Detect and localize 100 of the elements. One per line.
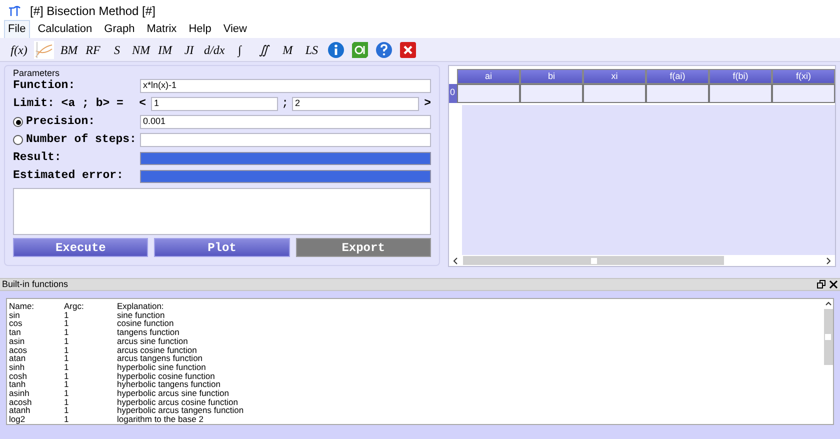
table-cell[interactable] bbox=[709, 84, 772, 103]
list-cell-text: 1 bbox=[64, 372, 70, 380]
radio-label: Precision: bbox=[26, 114, 96, 130]
menu-item[interactable]: File bbox=[4, 20, 30, 39]
list-cell-text: tanh bbox=[9, 380, 26, 390]
toolbar-button[interactable]: M bbox=[276, 40, 299, 60]
lower-limit-field[interactable]: 1 bbox=[150, 97, 278, 111]
field-label: Function: bbox=[13, 78, 76, 94]
table-cell[interactable] bbox=[646, 84, 709, 103]
list-cell-text: arcus sine function bbox=[117, 336, 189, 346]
group-title: Parameters bbox=[13, 67, 61, 79]
menu-item[interactable]: Graph bbox=[100, 21, 139, 38]
list-cell-text: tangens function bbox=[117, 328, 180, 337]
list-cell-text: 1 bbox=[64, 389, 70, 398]
column-header-text: Argc: bbox=[64, 302, 85, 311]
bracket-label: > bbox=[423, 96, 431, 112]
close-icon[interactable] bbox=[829, 280, 838, 289]
toolbar-button[interactable]: d/dx bbox=[202, 40, 227, 60]
list-cell-text: acos bbox=[9, 346, 28, 354]
column-header[interactable]: xi bbox=[583, 69, 646, 84]
menu-item[interactable]: Help bbox=[184, 21, 216, 38]
list-cell-text: asinh bbox=[9, 389, 30, 398]
float-icon[interactable] bbox=[817, 280, 826, 289]
info-icon[interactable] bbox=[326, 40, 345, 58]
menu-item[interactable]: Calculation bbox=[34, 21, 96, 38]
table-cell[interactable] bbox=[520, 84, 583, 103]
list-cell-text: sin bbox=[9, 310, 21, 320]
radio-button[interactable] bbox=[13, 135, 23, 145]
toolbar-button[interactable]: ∫ bbox=[228, 40, 251, 60]
column-header[interactable]: f(bi) bbox=[709, 69, 772, 84]
window-title: [#] Bisection Method [#] bbox=[30, 3, 156, 20]
output-text-area[interactable] bbox=[13, 188, 431, 235]
list-cell-text: 1 bbox=[64, 354, 70, 363]
radio-label: Number of steps: bbox=[26, 132, 136, 148]
list-cell-text: 1 bbox=[64, 406, 70, 416]
list-cell-text: 1 bbox=[64, 398, 70, 406]
toolbar-button[interactable]: S bbox=[106, 40, 128, 60]
list-cell-text: hyperbolic cosine function bbox=[117, 372, 215, 380]
bracket-label: < bbox=[139, 96, 147, 112]
action-button[interactable]: Plot bbox=[154, 238, 290, 257]
toolbar-button[interactable]: JI bbox=[178, 40, 200, 60]
menu-item[interactable]: View bbox=[219, 21, 251, 38]
list-cell-text: tan bbox=[9, 328, 22, 337]
field-label: Limit: <a ; b> = bbox=[13, 96, 124, 112]
action-button[interactable]: Execute bbox=[13, 238, 148, 257]
help-icon[interactable] bbox=[374, 40, 393, 58]
separator-label: ; bbox=[280, 96, 290, 112]
table-cell[interactable] bbox=[583, 84, 646, 103]
toolbar-button[interactable]: BM bbox=[58, 40, 80, 60]
toolbar-button[interactable]: LS bbox=[300, 40, 323, 60]
toolbar-button[interactable]: ∬ bbox=[252, 40, 275, 60]
function-field[interactable]: x*ln(x)-1 bbox=[140, 79, 431, 93]
table-cell[interactable] bbox=[457, 84, 520, 103]
list-cell-text: 1 bbox=[64, 380, 70, 390]
list-cell-text: hyperbolic arcus cosine function bbox=[117, 398, 238, 406]
menu-item[interactable]: Matrix bbox=[142, 21, 181, 38]
column-header[interactable]: bi bbox=[520, 69, 583, 84]
scrollbar-thumb[interactable] bbox=[463, 256, 724, 265]
list-cell-text: cos bbox=[9, 319, 24, 328]
field-label: Estimated error: bbox=[13, 168, 124, 184]
radio-button[interactable] bbox=[13, 117, 23, 127]
list-cell-text: 1 bbox=[64, 336, 70, 346]
toolbar-button[interactable]: NM bbox=[130, 40, 152, 60]
list-cell-text: acosh bbox=[9, 398, 33, 406]
column-header[interactable]: f(xi) bbox=[772, 69, 835, 84]
list-cell-text: hyperbolic arcus tangens function bbox=[117, 406, 245, 416]
toolbar-button[interactable]: f(x) bbox=[8, 40, 30, 60]
dock-title: Built-in functions bbox=[2, 278, 70, 291]
input-field[interactable]: 0.001 bbox=[140, 115, 431, 129]
list-cell-text: log2 bbox=[9, 415, 26, 424]
list-cell-text: hyperbolic arcus sine function bbox=[117, 389, 230, 398]
action-button: Export bbox=[296, 238, 431, 257]
column-header[interactable]: f(ai) bbox=[646, 69, 709, 84]
toolbar-button[interactable]: RF bbox=[82, 40, 104, 60]
list-cell-text: hyherbolic tangens function bbox=[117, 380, 222, 390]
scrollbar-thumb[interactable] bbox=[824, 309, 832, 365]
list-cell-text: sinh bbox=[9, 362, 26, 372]
toolbar-button[interactable]: IM bbox=[154, 40, 176, 60]
list-cell-text: hyperbolic sine function bbox=[117, 362, 207, 372]
field-label: Result: bbox=[13, 150, 62, 166]
list-cell-text: sine function bbox=[117, 310, 165, 320]
upper-limit-field[interactable]: 2 bbox=[292, 97, 420, 111]
list-cell-text: atan bbox=[9, 354, 26, 363]
list-cell-text: 1 bbox=[64, 310, 69, 320]
qt-logo-icon[interactable] bbox=[350, 40, 369, 58]
table-cell[interactable] bbox=[772, 84, 835, 103]
list-cell-text: 1 bbox=[64, 319, 70, 328]
column-header[interactable]: ai bbox=[457, 69, 520, 84]
list-cell-text: atanh bbox=[9, 406, 30, 416]
list-cell-text: arcus tangens function bbox=[117, 354, 204, 363]
list-cell-text: cosh bbox=[9, 372, 28, 380]
column-header-text: Name: bbox=[9, 302, 36, 311]
list-cell-text: cosine function bbox=[117, 319, 175, 328]
row-header[interactable]: 0 bbox=[449, 84, 457, 103]
input-field[interactable] bbox=[140, 133, 431, 147]
list-cell-text: 1 bbox=[64, 346, 70, 354]
graph-icon[interactable] bbox=[34, 40, 54, 58]
column-header-text: Explanation: bbox=[117, 302, 165, 311]
list-cell-text: logarithm to the base 2 bbox=[117, 415, 204, 424]
list-cell-text: arcus cosine function bbox=[117, 346, 197, 354]
